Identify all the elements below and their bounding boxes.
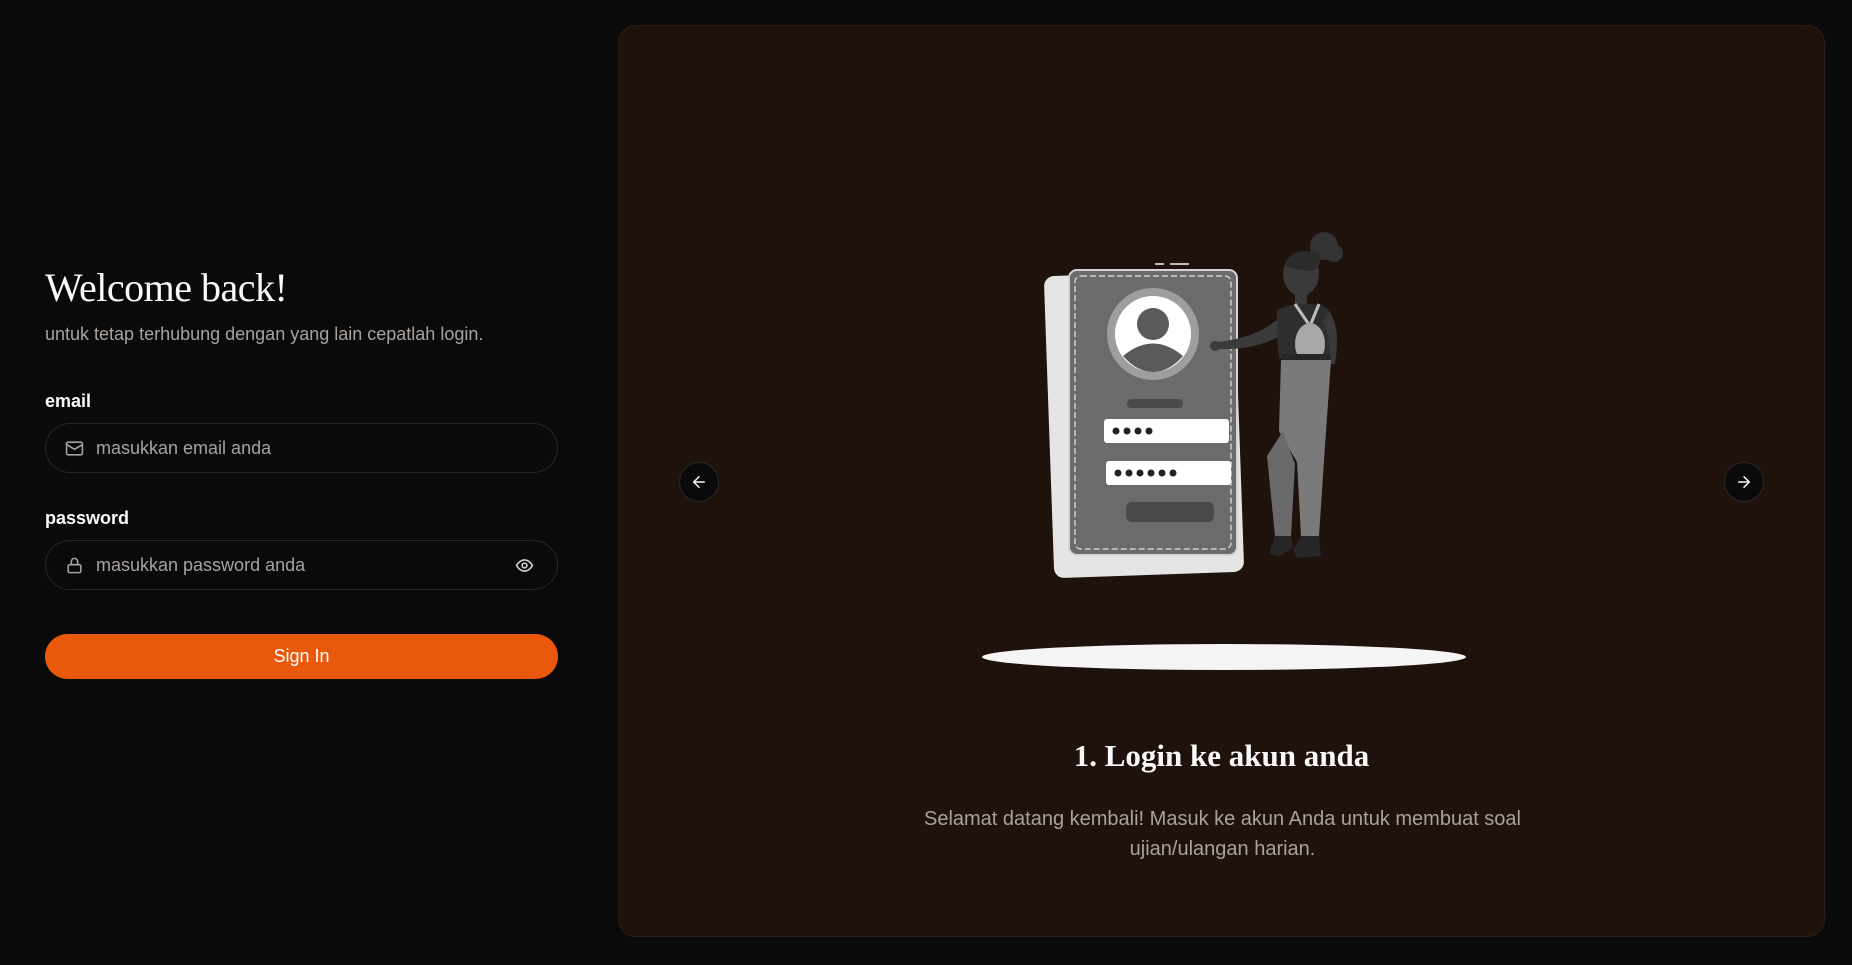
floor-shadow: [982, 644, 1466, 670]
page-subtitle: untuk tetap terhubung dengan yang lain c…: [45, 324, 484, 344]
slide-description: Selamat datang kembali! Masuk ke akun An…: [923, 808, 1521, 860]
carousel-next-button[interactable]: [1724, 462, 1764, 502]
illustration-field-1: [1104, 419, 1229, 443]
carousel-prev-button[interactable]: [679, 462, 719, 502]
onboarding-carousel: 1. Login ke akun anda Selamat datang kem…: [618, 25, 1825, 937]
arrow-left-icon: [690, 473, 708, 491]
page-title: Welcome back!: [45, 265, 288, 310]
sign-in-button[interactable]: Sign In: [45, 634, 558, 679]
email-input[interactable]: [46, 424, 557, 472]
login-illustration: [982, 232, 1466, 670]
eye-icon[interactable]: [513, 554, 535, 576]
illustration-field-2: [1106, 461, 1231, 485]
password-input[interactable]: [46, 541, 557, 589]
email-label: email: [45, 391, 92, 411]
slide-title: 1. Login ke akun anda: [1073, 738, 1370, 773]
lock-icon: [64, 555, 84, 575]
password-field-wrapper: [45, 540, 558, 590]
mail-icon: [64, 438, 84, 458]
arrow-right-icon: [1735, 473, 1753, 491]
illustration-button: [1126, 502, 1214, 522]
email-field-wrapper: [45, 423, 558, 473]
password-label: password: [45, 508, 130, 528]
login-form: Welcome back! untuk tetap terhubung deng…: [45, 262, 558, 679]
login-page: Welcome back! untuk tetap terhubung deng…: [0, 0, 1852, 965]
